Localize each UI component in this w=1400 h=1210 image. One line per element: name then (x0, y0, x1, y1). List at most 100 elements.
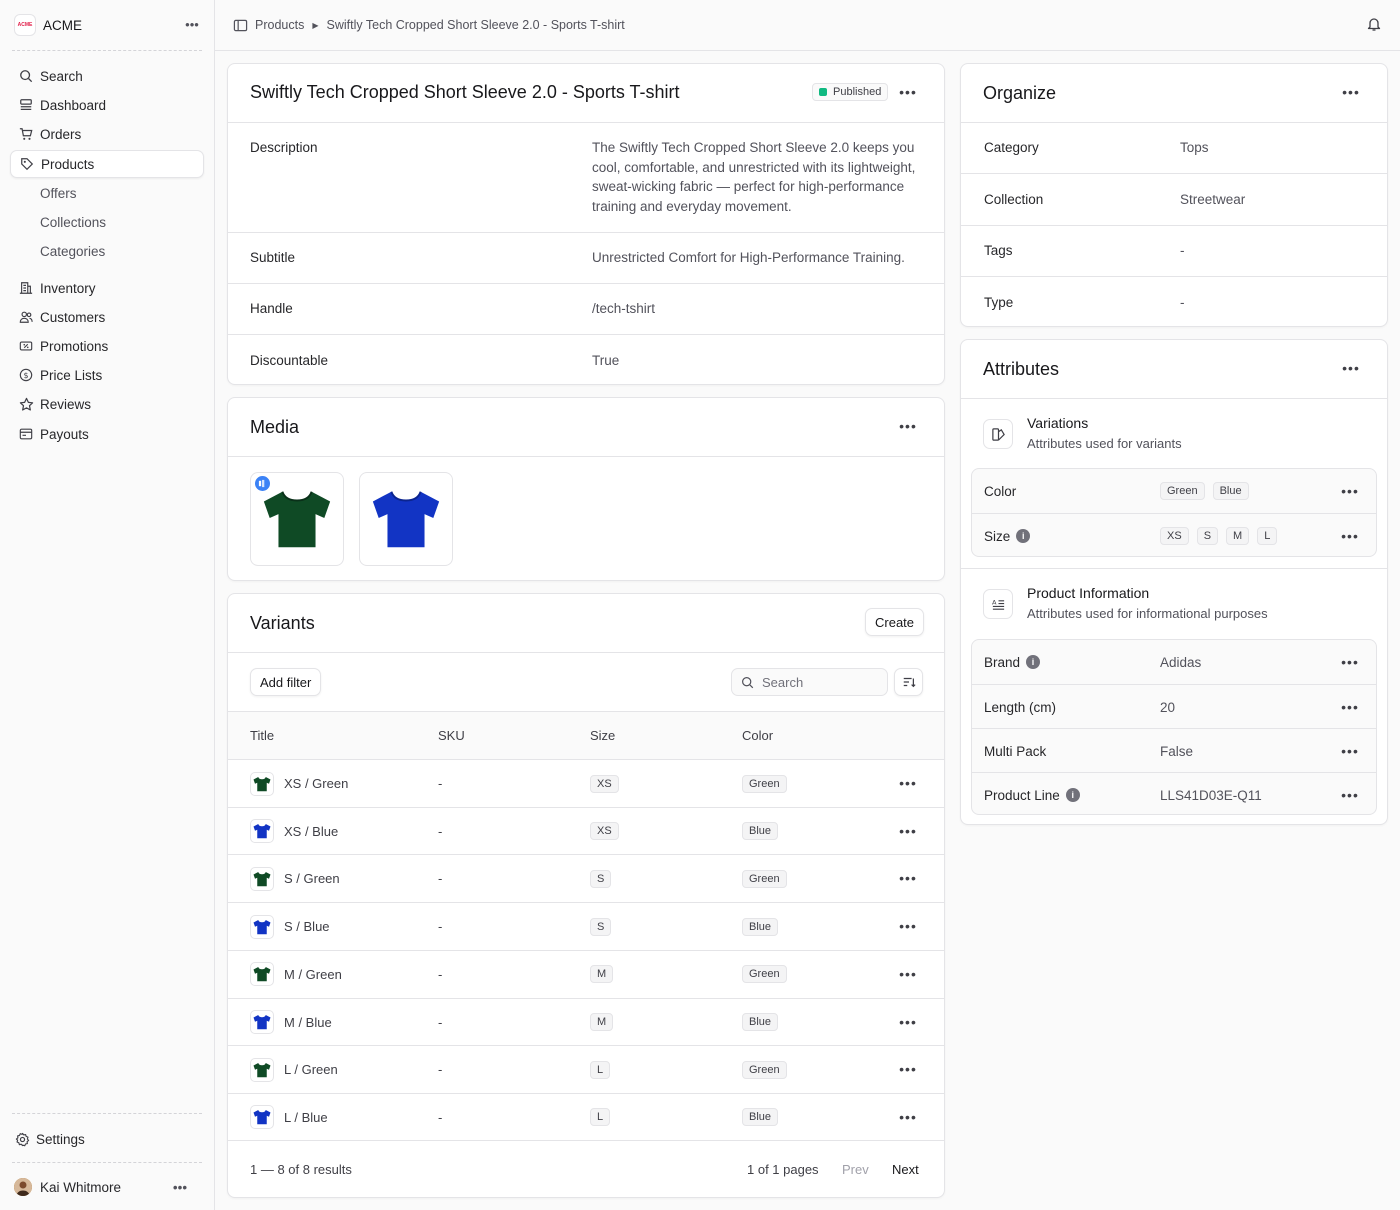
variations-title: Variations (1027, 415, 1089, 431)
next-button[interactable]: Next (892, 1162, 919, 1177)
media-title: Media (250, 417, 300, 437)
sidebar-item-collections[interactable]: Collections (10, 208, 204, 236)
table-row[interactable]: S / Blue - S Blue ••• (228, 902, 944, 950)
create-button[interactable]: Create (865, 608, 925, 636)
variant-color-cell: Blue (742, 903, 779, 950)
size-tag: S (590, 869, 612, 888)
sidebar-item-reviews[interactable]: Reviews (10, 390, 204, 418)
table-row[interactable]: XS / Blue - XS Blue ••• (228, 806, 944, 855)
table-row[interactable]: M / Green - M Green ••• (228, 949, 944, 998)
sidebar-item-dashboard[interactable]: Dashboard (10, 91, 204, 119)
sidebar-item-label: Dashboard (40, 97, 107, 113)
variant-sku: - (438, 1109, 443, 1125)
media-menu-icon[interactable]: ••• (896, 416, 920, 436)
sidebar-item-promotions[interactable]: Promotions (10, 332, 204, 360)
attribute-label: Size (984, 528, 1011, 544)
attribute-row-size: Size i XS S M L ••• (972, 513, 1376, 556)
color-tag: Blue (742, 1013, 779, 1031)
breadcrumb-products[interactable]: Products (255, 18, 304, 32)
brand[interactable]: ACME ACME ••• (14, 12, 204, 38)
row-menu-icon[interactable]: ••• (896, 773, 920, 793)
sidebar-item-orders[interactable]: Orders (10, 120, 204, 148)
attribute-row-product-line: Product Line i LLS41D03E-Q11 ••• (972, 772, 1376, 814)
field-label: Description (250, 140, 318, 155)
row-menu-icon[interactable]: ••• (1338, 652, 1362, 672)
sort-button[interactable] (894, 668, 923, 696)
variant-title-cell: XS / Blue (250, 808, 338, 855)
cart-icon (18, 126, 34, 142)
info-icon[interactable]: i (1016, 529, 1031, 543)
sidebar-item-products[interactable]: Products (10, 150, 204, 178)
status-badge: Published (812, 83, 889, 101)
variant-title-cell: M / Green (250, 951, 342, 998)
sidebar-item-settings[interactable]: Settings (6, 1125, 200, 1153)
sidebar-item-search[interactable]: Search (10, 62, 204, 90)
organize-menu-icon[interactable]: ••• (1339, 82, 1363, 102)
attribute-row-length: Length (cm) 20 ••• (972, 684, 1376, 728)
variant-thumbnail (250, 1105, 274, 1130)
sidebar-item-price-lists[interactable]: $ Price Lists (10, 361, 204, 389)
sidebar-item-inventory[interactable]: Inventory (10, 274, 204, 302)
add-filter-button[interactable]: Add filter (250, 668, 322, 696)
variant-sku: - (438, 871, 443, 887)
sidebar-item-payouts[interactable]: Payouts (10, 420, 204, 448)
row-menu-icon[interactable]: ••• (896, 916, 920, 936)
row-menu-icon[interactable]: ••• (896, 1012, 920, 1032)
table-row[interactable]: L / Blue - L Blue ••• (228, 1092, 944, 1141)
row-menu-icon[interactable]: ••• (1338, 526, 1362, 546)
attribute-row-color: Color Green Blue ••• (972, 469, 1376, 513)
variant-title: M / Green (284, 966, 342, 982)
color-tag: Blue (742, 822, 779, 841)
search-input[interactable]: Search (731, 668, 888, 696)
status-label: Published (833, 86, 882, 98)
attribute-row-multi-pack: Multi Pack False ••• (972, 728, 1376, 772)
table-row[interactable]: L / Green - L Green ••• (228, 1045, 944, 1093)
sidebar-item-offers[interactable]: Offers (10, 179, 204, 207)
variant-title: L / Blue (284, 1109, 328, 1125)
row-menu-icon[interactable]: ••• (896, 1059, 920, 1079)
variant-color-cell: Blue (742, 1094, 779, 1141)
avatar (14, 1178, 32, 1196)
table-row[interactable]: S / Green - S Green ••• (228, 854, 944, 902)
sidebar-toggle-icon[interactable] (233, 18, 248, 33)
attribute-row-brand: Brand i Adidas ••• (972, 640, 1376, 684)
info-icon[interactable]: i (1065, 788, 1080, 802)
color-tag: Green (1160, 482, 1205, 500)
variant-size-cell: S (590, 855, 612, 902)
field-label: Tags (984, 243, 1013, 258)
info-icon[interactable]: i (1026, 655, 1041, 669)
brand-menu-icon[interactable]: ••• (180, 12, 204, 36)
breadcrumb-current: Swiftly Tech Cropped Short Sleeve 2.0 - … (326, 18, 625, 32)
prev-button[interactable]: Prev (842, 1162, 869, 1177)
sidebar-item-label: Settings (36, 1131, 85, 1147)
size-tag: S (1196, 527, 1219, 545)
row-menu-icon[interactable]: ••• (896, 821, 920, 841)
user-name: Kai Whitmore (40, 1179, 122, 1195)
media-thumbnail[interactable] (250, 472, 344, 566)
row-menu-icon[interactable]: ••• (896, 964, 920, 984)
row-menu-icon[interactable]: ••• (896, 1107, 920, 1127)
variant-color-cell: Green (742, 760, 787, 807)
variant-size-cell: S (590, 903, 612, 950)
bell-icon[interactable] (1366, 16, 1384, 34)
variant-title: XS / Blue (284, 823, 339, 839)
row-menu-icon[interactable]: ••• (896, 868, 920, 888)
variant-title: S / Blue (284, 919, 330, 935)
table-row[interactable]: M / Blue - M Blue ••• (228, 997, 944, 1046)
row-menu-icon[interactable]: ••• (1338, 741, 1362, 761)
user-menu-icon[interactable]: ••• (168, 1175, 192, 1199)
dollar-icon: $ (18, 367, 34, 383)
product-menu-icon[interactable]: ••• (896, 82, 920, 102)
sidebar-item-categories[interactable]: Categories (10, 237, 204, 265)
row-menu-icon[interactable]: ••• (1338, 697, 1362, 717)
field-label: Category (984, 140, 1039, 155)
media-thumbnail[interactable] (359, 472, 453, 566)
table-row[interactable]: XS / Green - XS Green ••• (228, 759, 944, 807)
attributes-menu-icon[interactable]: ••• (1339, 358, 1363, 378)
row-menu-icon[interactable]: ••• (1338, 785, 1362, 805)
sidebar-item-customers[interactable]: Customers (10, 303, 204, 331)
user-menu[interactable]: Kai Whitmore ••• (6, 1173, 200, 1201)
attributes-title: Attributes (983, 359, 1060, 379)
row-menu-icon[interactable]: ••• (1338, 481, 1362, 501)
subtitle-value: Unrestricted Comfort for High-Performanc… (592, 250, 905, 265)
